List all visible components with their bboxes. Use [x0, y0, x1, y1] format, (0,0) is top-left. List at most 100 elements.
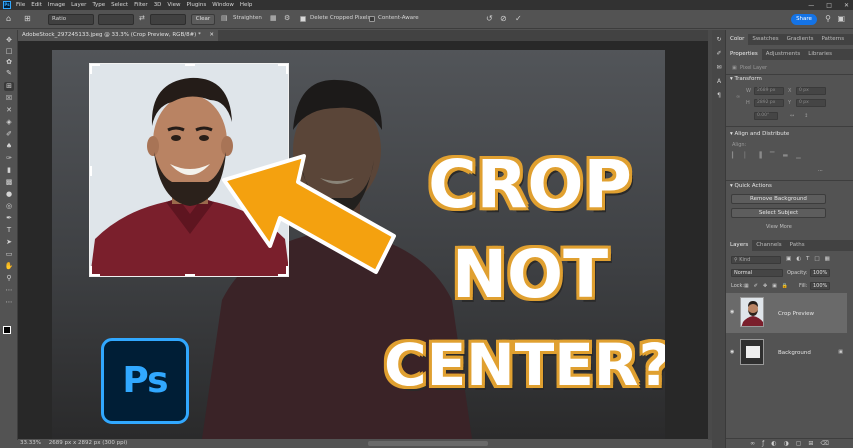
crop-handle-bl-v[interactable] [90, 266, 92, 276]
history-icon[interactable]: ↻ [715, 36, 723, 44]
horizontal-scrollbar[interactable] [368, 441, 488, 446]
tab-layers[interactable]: Layers [726, 240, 753, 251]
add-mask-icon[interactable]: ◐ [771, 439, 776, 448]
edit-toolbar-icon[interactable]: ⋯ [4, 298, 14, 307]
blur-tool-icon[interactable]: ● [4, 190, 14, 199]
x-field[interactable]: 0 px [796, 87, 826, 95]
paragraph-icon[interactable]: ¶ [715, 92, 723, 100]
workspace-icon[interactable]: ▣ [837, 14, 845, 23]
align-center-h-icon[interactable]: ▏ [745, 152, 750, 159]
tab-properties[interactable]: Properties [726, 49, 762, 60]
tab-libraries[interactable]: Libraries [804, 49, 836, 60]
blend-mode-select[interactable]: Normal [731, 269, 783, 277]
menu-layer[interactable]: Layer [71, 2, 86, 8]
crop-handle-top[interactable] [185, 64, 195, 66]
content-aware-checkbox[interactable] [369, 16, 375, 22]
quick-select-tool-icon[interactable]: ✎ [4, 69, 14, 78]
filter-pixel-icon[interactable]: ▣ [786, 256, 791, 262]
maximize-icon[interactable]: □ [826, 2, 832, 9]
clone-stamp-tool-icon[interactable]: ♠ [4, 142, 14, 151]
quick-actions-header[interactable]: ▾ Quick Actions [726, 182, 853, 191]
menu-window[interactable]: Window [212, 2, 234, 8]
menu-type[interactable]: Type [92, 2, 105, 8]
comments-icon[interactable]: ✉ [715, 64, 723, 72]
menu-filter[interactable]: Filter [134, 2, 148, 8]
align-bottom-icon[interactable]: ▁ [796, 152, 801, 159]
visibility-eye-icon[interactable]: ◉ [730, 349, 734, 355]
y-field[interactable]: 0 px [796, 99, 826, 107]
layer-row-crop-preview[interactable]: ◉ Crop Preview [726, 293, 847, 333]
brush-settings-icon[interactable]: ✐ [715, 50, 723, 58]
canvas-area[interactable]: CROP NOT CENTER? Ps [18, 41, 708, 439]
crop-handle-tl-v[interactable] [90, 64, 92, 74]
search-icon[interactable]: ⚲ [825, 14, 831, 23]
crop-tool-icon[interactable]: ⊞ [24, 14, 31, 23]
opacity-field[interactable]: 100% [810, 269, 830, 277]
commit-check-icon[interactable]: ✓ [515, 14, 522, 23]
ratio-select[interactable]: Ratio [48, 14, 94, 25]
layer-filter-kind[interactable]: ⚲ Kind [731, 256, 781, 264]
tab-paths[interactable]: Paths [786, 240, 809, 251]
pen-tool-icon[interactable]: ✒ [4, 214, 14, 223]
zoom-level[interactable]: 33.33% [20, 440, 41, 446]
path-select-tool-icon[interactable]: ➤ [4, 238, 14, 247]
color-swatches[interactable] [3, 326, 15, 338]
more-tools-icon[interactable]: ⋯ [4, 286, 14, 295]
crop-tool-icon[interactable]: ⊞ [4, 82, 14, 91]
foreground-color[interactable] [3, 326, 11, 334]
lasso-tool-icon[interactable]: ✿ [4, 58, 14, 67]
layer-name[interactable]: Crop Preview [778, 311, 814, 317]
document-image[interactable]: CROP NOT CENTER? Ps [52, 50, 665, 439]
filter-adjustment-icon[interactable]: ◐ [796, 256, 801, 262]
lock-paint-icon[interactable]: ✐ [754, 283, 758, 289]
eyedropper-tool-icon[interactable]: ✕ [4, 106, 14, 115]
delete-cropped-checkbox[interactable] [300, 16, 306, 22]
align-top-icon[interactable]: ▔ [770, 152, 775, 159]
lock-all-icon[interactable]: 🔒 [782, 283, 788, 289]
height-field[interactable]: 2892 px [754, 99, 784, 107]
tab-color[interactable]: Color [726, 34, 749, 45]
transform-header[interactable]: ▾ Transform [726, 75, 853, 84]
lock-position-icon[interactable]: ✥ [763, 283, 767, 289]
menu-view[interactable]: View [167, 2, 180, 8]
close-tab-icon[interactable]: ✕ [209, 30, 214, 41]
select-subject-button[interactable]: Select Subject [731, 208, 826, 218]
frame-tool-icon[interactable]: ☒ [4, 94, 14, 103]
menu-plugins[interactable]: Plugins [186, 2, 206, 8]
new-group-icon[interactable]: ▢ [796, 439, 802, 448]
clear-button[interactable]: Clear [191, 14, 215, 25]
angle-field[interactable]: 0.00° [754, 112, 778, 120]
brush-tool-icon[interactable]: ✐ [4, 130, 14, 139]
tab-patterns[interactable]: Patterns [817, 34, 848, 45]
width-field[interactable]: 2689 px [754, 87, 784, 95]
tab-swatches[interactable]: Swatches [748, 34, 782, 45]
crop-handle-bottom[interactable] [185, 274, 195, 276]
align-center-v-icon[interactable]: ▬ [783, 152, 789, 159]
more-options-icon[interactable]: ⋯ [818, 168, 823, 174]
menu-help[interactable]: Help [240, 2, 253, 8]
crop-handle-left[interactable] [90, 166, 92, 176]
gear-icon[interactable]: ⚙ [284, 14, 290, 22]
marquee-tool-icon[interactable]: □ [4, 47, 14, 56]
home-icon[interactable]: ⌂ [6, 14, 11, 23]
eraser-tool-icon[interactable]: ▮ [4, 166, 14, 175]
zoom-tool-icon[interactable]: ⚲ [4, 274, 14, 283]
menu-3d[interactable]: 3D [154, 2, 162, 8]
reset-icon[interactable]: ↺ [486, 14, 493, 23]
close-icon[interactable]: ✕ [844, 2, 849, 9]
align-left-icon[interactable]: ▎ [732, 152, 737, 159]
crop-handle-tr-v[interactable] [286, 64, 288, 74]
menu-file[interactable]: File [16, 2, 25, 8]
fx-icon[interactable]: ƒ [762, 439, 764, 448]
ratio-width-input[interactable] [98, 14, 134, 25]
dodge-tool-icon[interactable]: ◎ [4, 202, 14, 211]
layer-row-background[interactable]: ◉ Background ▣ [726, 335, 847, 371]
tab-channels[interactable]: Channels [752, 240, 785, 251]
link-icon[interactable]: ∞ [736, 94, 740, 100]
menu-edit[interactable]: Edit [31, 2, 42, 8]
healing-brush-tool-icon[interactable]: ◈ [4, 118, 14, 127]
flip-horizontal-icon[interactable]: ↔ [790, 113, 794, 119]
new-layer-icon[interactable]: ⊞ [808, 439, 813, 448]
cancel-icon[interactable]: ⊘ [500, 14, 507, 23]
lock-pixels-icon[interactable]: ▦ [744, 283, 749, 289]
